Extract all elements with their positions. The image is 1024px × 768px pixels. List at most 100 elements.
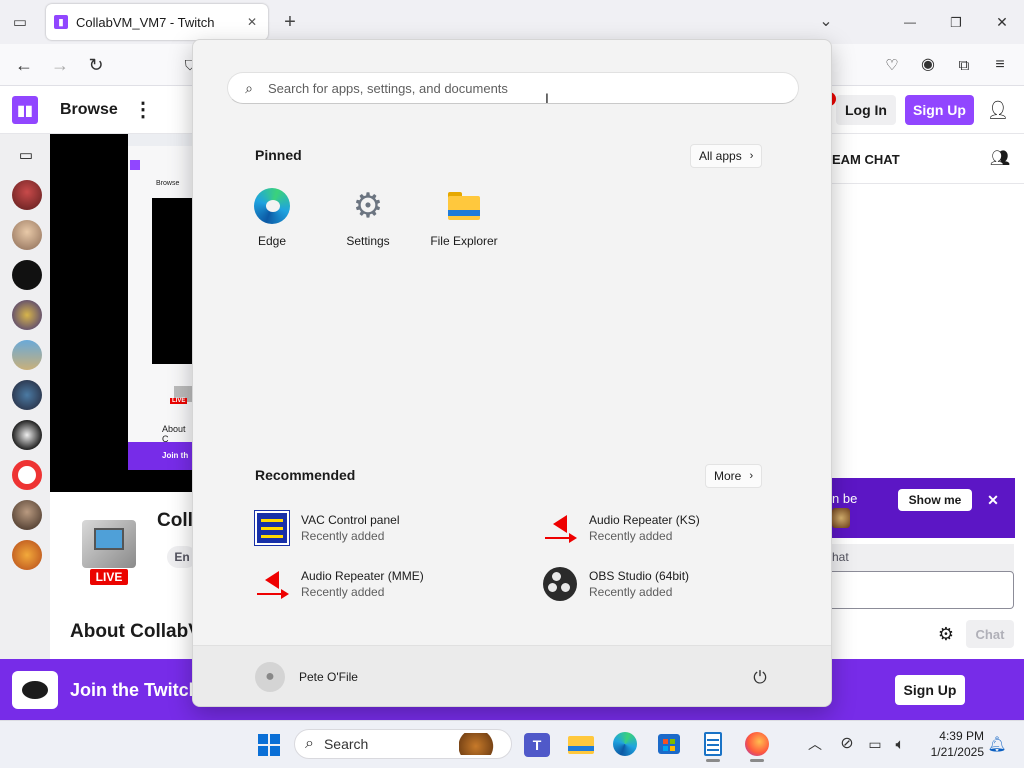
user-avatar-icon: ● [255, 662, 285, 692]
chat-send-button[interactable]: Chat [966, 620, 1014, 648]
all-apps-button[interactable]: All apps › [690, 144, 763, 168]
tab-title: CollabVM_VM7 - Twitch [76, 14, 215, 30]
chat-settings-gear-icon[interactable]: ⚙ [934, 622, 958, 646]
channel-avatar[interactable] [12, 260, 42, 290]
user-account-button[interactable]: ● Pete O'File [255, 662, 358, 692]
followed-channels-sidebar: ▭ [0, 134, 50, 660]
pinned-app-edge[interactable]: Edge [226, 188, 318, 258]
recommended-subtitle: Recently added [301, 529, 385, 543]
computer-screen-icon [94, 528, 124, 550]
clock[interactable]: 4:39 PM 1/21/2025 [914, 728, 984, 760]
twitch-logo-icon[interactable]: ▮▮ [12, 96, 38, 124]
live-badge: LIVE [89, 568, 129, 586]
user-icon[interactable]: 👤︎ [986, 98, 1010, 122]
recommended-title: OBS Studio (64bit) [589, 569, 690, 583]
notification-bell-icon[interactable]: 🔔︎ [986, 728, 1008, 760]
chevron-up-icon[interactable]: ︿ [800, 728, 830, 760]
close-window-button[interactable]: ✕ [990, 10, 1014, 34]
show-me-button[interactable]: Show me [898, 489, 972, 511]
vac-panel-icon [254, 510, 290, 546]
channel-avatar[interactable] [12, 300, 42, 330]
network-off-icon[interactable]: ⊘ [832, 728, 862, 760]
pinned-heading: Pinned [255, 147, 302, 163]
video-camera-icon[interactable]: ▭ [14, 146, 38, 164]
pinned-app-file-explorer[interactable]: File Explorer [418, 188, 510, 258]
minimize-button[interactable]: — [898, 10, 922, 34]
taskbar-search-box[interactable]: ⌕ Search [294, 729, 512, 759]
start-menu: ⌕ I Pinned All apps › Edge ⚙ Settings Fi… [192, 39, 832, 707]
taskbar-search-label: Search [323, 736, 369, 752]
chat-input[interactable] [832, 571, 1014, 609]
notice-text: n be [832, 491, 858, 506]
browse-link[interactable]: Browse [60, 101, 118, 119]
close-notice-icon[interactable]: ✕ [982, 489, 1004, 511]
community-users-icon[interactable]: 👥︎ [988, 148, 1012, 170]
recommended-item[interactable]: VAC Control panel Recently added [254, 508, 535, 548]
stream-chat-panel: EAM CHAT 👥︎ n be Show me ✕ hat ⚙ Chat [832, 134, 1024, 660]
volume-icon[interactable]: 🔈︎ [888, 728, 912, 760]
folder-icon [446, 188, 482, 224]
edge-taskbar-icon[interactable] [610, 728, 640, 760]
glitch-mascot-icon [12, 671, 58, 709]
stream-chat-title: EAM CHAT [832, 152, 900, 167]
start-search-box[interactable]: ⌕ [227, 72, 799, 104]
user-name: Pete O'File [299, 670, 358, 684]
start-menu-footer: ● Pete O'File ⏻ [193, 645, 831, 706]
mascot-face-icon [22, 681, 48, 699]
display-icon[interactable]: ▭ [862, 728, 888, 760]
join-signup-button[interactable]: Sign Up [895, 675, 965, 705]
close-tab-icon[interactable]: ✕ [244, 14, 260, 30]
tab-list-chevron-icon[interactable]: ⌄ [814, 10, 838, 34]
start-search-input[interactable] [268, 80, 784, 96]
recommended-heading: Recommended [255, 467, 356, 483]
more-button[interactable]: More › [705, 464, 763, 488]
channel-avatar[interactable] [12, 460, 42, 490]
login-button[interactable]: Log In [836, 95, 896, 125]
channel-avatar[interactable] [12, 220, 42, 250]
teams-icon[interactable]: T [524, 733, 550, 757]
extensions-icon[interactable]: ⧉ [950, 51, 978, 79]
recommended-item[interactable]: OBS Studio (64bit) Recently added [543, 564, 823, 604]
signup-button[interactable]: Sign Up [905, 95, 974, 125]
new-tab-button[interactable]: + [278, 10, 302, 34]
pocket-icon[interactable]: ♡ [878, 51, 906, 79]
recommended-title: Audio Repeater (MME) [301, 569, 424, 583]
reload-icon[interactable]: ↻ [82, 51, 110, 79]
firefox-icon[interactable] [742, 728, 772, 762]
back-arrow-icon[interactable]: ← [10, 51, 38, 79]
inner-browse-label: Browse [156, 180, 180, 187]
forward-arrow-icon[interactable]: → [46, 51, 74, 79]
channel-avatar[interactable] [12, 180, 42, 210]
chat-label-bar: hat [832, 544, 1014, 572]
pinned-app-settings[interactable]: ⚙ Settings [322, 188, 414, 258]
inner-join-bar: Join th [128, 442, 192, 470]
twitch-favicon-icon: ▮ [54, 15, 68, 29]
tab-overview-icon[interactable]: ▭ [8, 10, 32, 34]
recommended-item[interactable]: Audio Repeater (KS) Recently added [543, 508, 823, 548]
inner-tabbar [128, 134, 192, 146]
restore-button[interactable]: ❐ [944, 10, 968, 34]
browser-tab[interactable]: ▮ CollabVM_VM7 - Twitch ✕ [46, 4, 268, 40]
account-icon[interactable]: ◉ [914, 51, 942, 79]
notepad-icon[interactable] [698, 728, 728, 762]
inner-twitch-logo-icon [130, 160, 140, 170]
start-button[interactable] [254, 728, 284, 760]
search-icon: ⌕ [305, 735, 314, 752]
file-explorer-taskbar-icon[interactable] [566, 728, 596, 760]
pinned-app-label: File Explorer [430, 234, 498, 248]
channel-avatar[interactable] [12, 380, 42, 410]
recommended-subtitle: Recently added [589, 585, 673, 599]
channel-avatar[interactable] [12, 420, 42, 450]
channel-avatar[interactable] [12, 540, 42, 570]
store-icon[interactable] [654, 728, 684, 760]
inner-about-label: About C [162, 424, 186, 444]
more-options-icon[interactable]: ⋮ [133, 98, 153, 122]
search-highlight-squirrel-icon [459, 733, 501, 755]
recommended-title: Audio Repeater (KS) [589, 513, 700, 527]
channel-avatar[interactable] [12, 340, 42, 370]
recommended-item[interactable]: Audio Repeater (MME) Recently added [255, 564, 535, 604]
power-icon[interactable]: ⏻ [749, 666, 771, 688]
menu-hamburger-icon[interactable]: ≡ [986, 51, 1014, 79]
obs-icon [543, 567, 577, 601]
channel-avatar[interactable] [12, 500, 42, 530]
